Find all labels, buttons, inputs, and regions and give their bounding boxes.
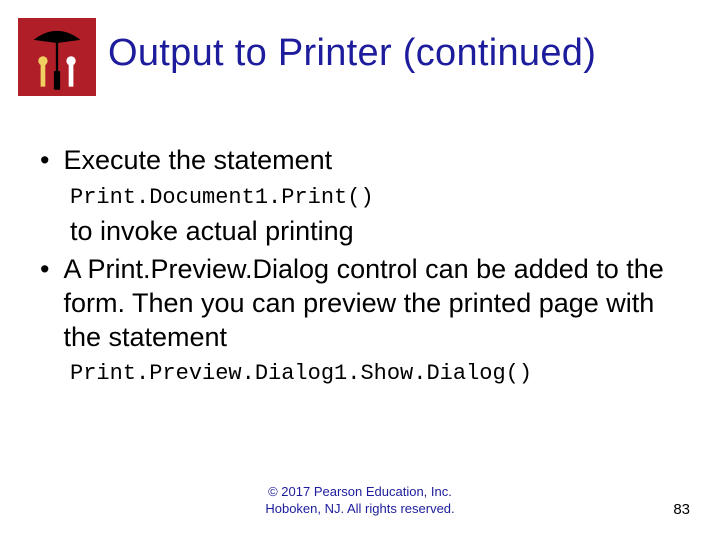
slide-title: Output to Printer (continued) [108,32,596,75]
bullet-dot: • [40,253,49,287]
bullet-2-text: A Print.Preview.Dialog control can be ad… [63,253,680,354]
slide: Output to Printer (continued) • Execute … [0,0,720,540]
bullet-2: • A Print.Preview.Dialog control can be … [40,253,680,354]
page-number: 83 [673,501,690,518]
slide-body: • Execute the statement Print.Document1.… [40,140,680,392]
logo-icon [18,18,96,96]
footer-line-2: Hoboken, NJ. All rights reserved. [0,501,720,518]
bullet-1-continuation: to invoke actual printing [70,215,680,249]
copyright-footer: © 2017 Pearson Education, Inc. Hoboken, … [0,484,720,518]
bullet-dot: • [40,144,49,178]
footer-line-1: © 2017 Pearson Education, Inc. [0,484,720,501]
code-line-2: Print.Preview.Dialog1.Show.Dialog() [70,360,680,388]
bullet-1-text: Execute the statement [63,144,680,178]
bullet-1: • Execute the statement [40,144,680,178]
code-line-1: Print.Document1.Print() [70,184,680,212]
